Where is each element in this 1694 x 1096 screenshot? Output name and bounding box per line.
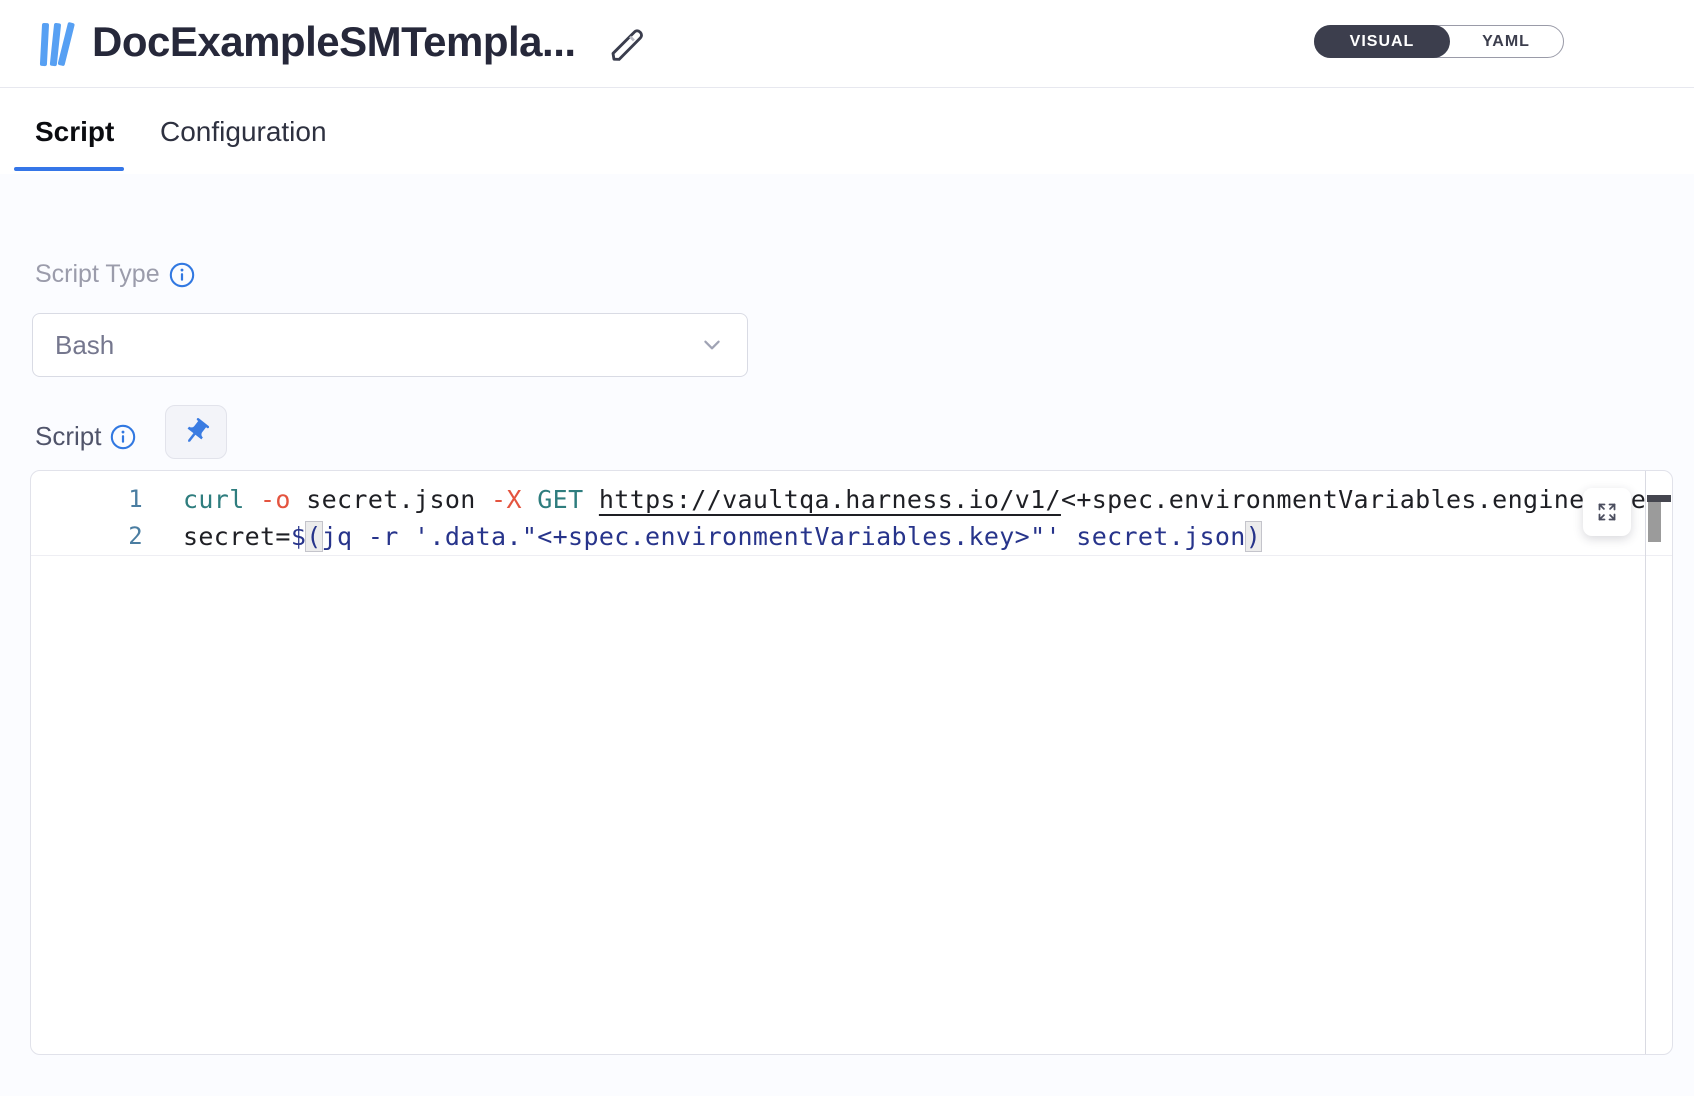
scrollbar-annotation [1647,495,1671,502]
chevron-down-icon [701,334,723,356]
script-editor[interactable]: 1 curl -o secret.json -X GET https://vaul… [30,470,1673,1055]
tab-script[interactable]: Script [35,116,114,148]
script-label-text: Script [35,421,101,452]
script-type-label-text: Script Type [35,260,160,289]
toggle-yaml[interactable]: YAML [1449,26,1563,57]
line-number: 1 [31,481,143,518]
info-icon[interactable] [169,262,195,288]
code-line[interactable]: 2 secret=$(jq -r '.data."<+spec.environme… [31,518,1645,555]
code-line[interactable]: 1 curl -o secret.json -X GET https://vaul… [31,481,1645,518]
line-number: 2 [31,518,143,555]
script-tab-panel: Script Type Bash Script [0,174,1694,1096]
visual-yaml-toggle: VISUAL YAML [1314,25,1564,58]
toggle-visual[interactable]: VISUAL [1314,25,1450,58]
code-text: secret=$(jq -r '.data."<+spec.environmen… [183,518,1261,555]
tab-bar: Script Configuration [0,88,1694,174]
edit-pencil-icon[interactable] [604,22,650,68]
script-type-select[interactable]: Bash [32,313,748,377]
template-studio-page: DocExampleSMTempla... VISUAL YAML Script… [0,0,1694,1096]
code-lines: 1 curl -o secret.json -X GET https://vaul… [31,471,1645,555]
pin-icon [175,411,217,453]
info-icon[interactable] [110,424,136,450]
scrollbar-thumb[interactable] [1648,502,1661,542]
editor-vertical-scrollbar[interactable] [1645,471,1672,1054]
expand-button[interactable] [1583,488,1631,536]
code-text: curl -o secret.json -X GET https://vault… [183,481,1645,518]
template-header: DocExampleSMTempla... VISUAL YAML [0,0,1694,88]
expand-icon [1595,500,1619,524]
script-label: Script [35,421,136,452]
script-type-value: Bash [55,330,701,361]
editor-line-divider [31,555,1672,556]
template-title: DocExampleSMTempla... [92,18,576,66]
template-library-icon [38,21,78,68]
code-area[interactable]: 1 curl -o secret.json -X GET https://vaul… [31,471,1645,1054]
pin-button[interactable] [165,405,227,459]
tab-configuration[interactable]: Configuration [160,116,327,148]
script-type-label: Script Type [35,260,195,289]
active-tab-indicator [14,167,124,171]
